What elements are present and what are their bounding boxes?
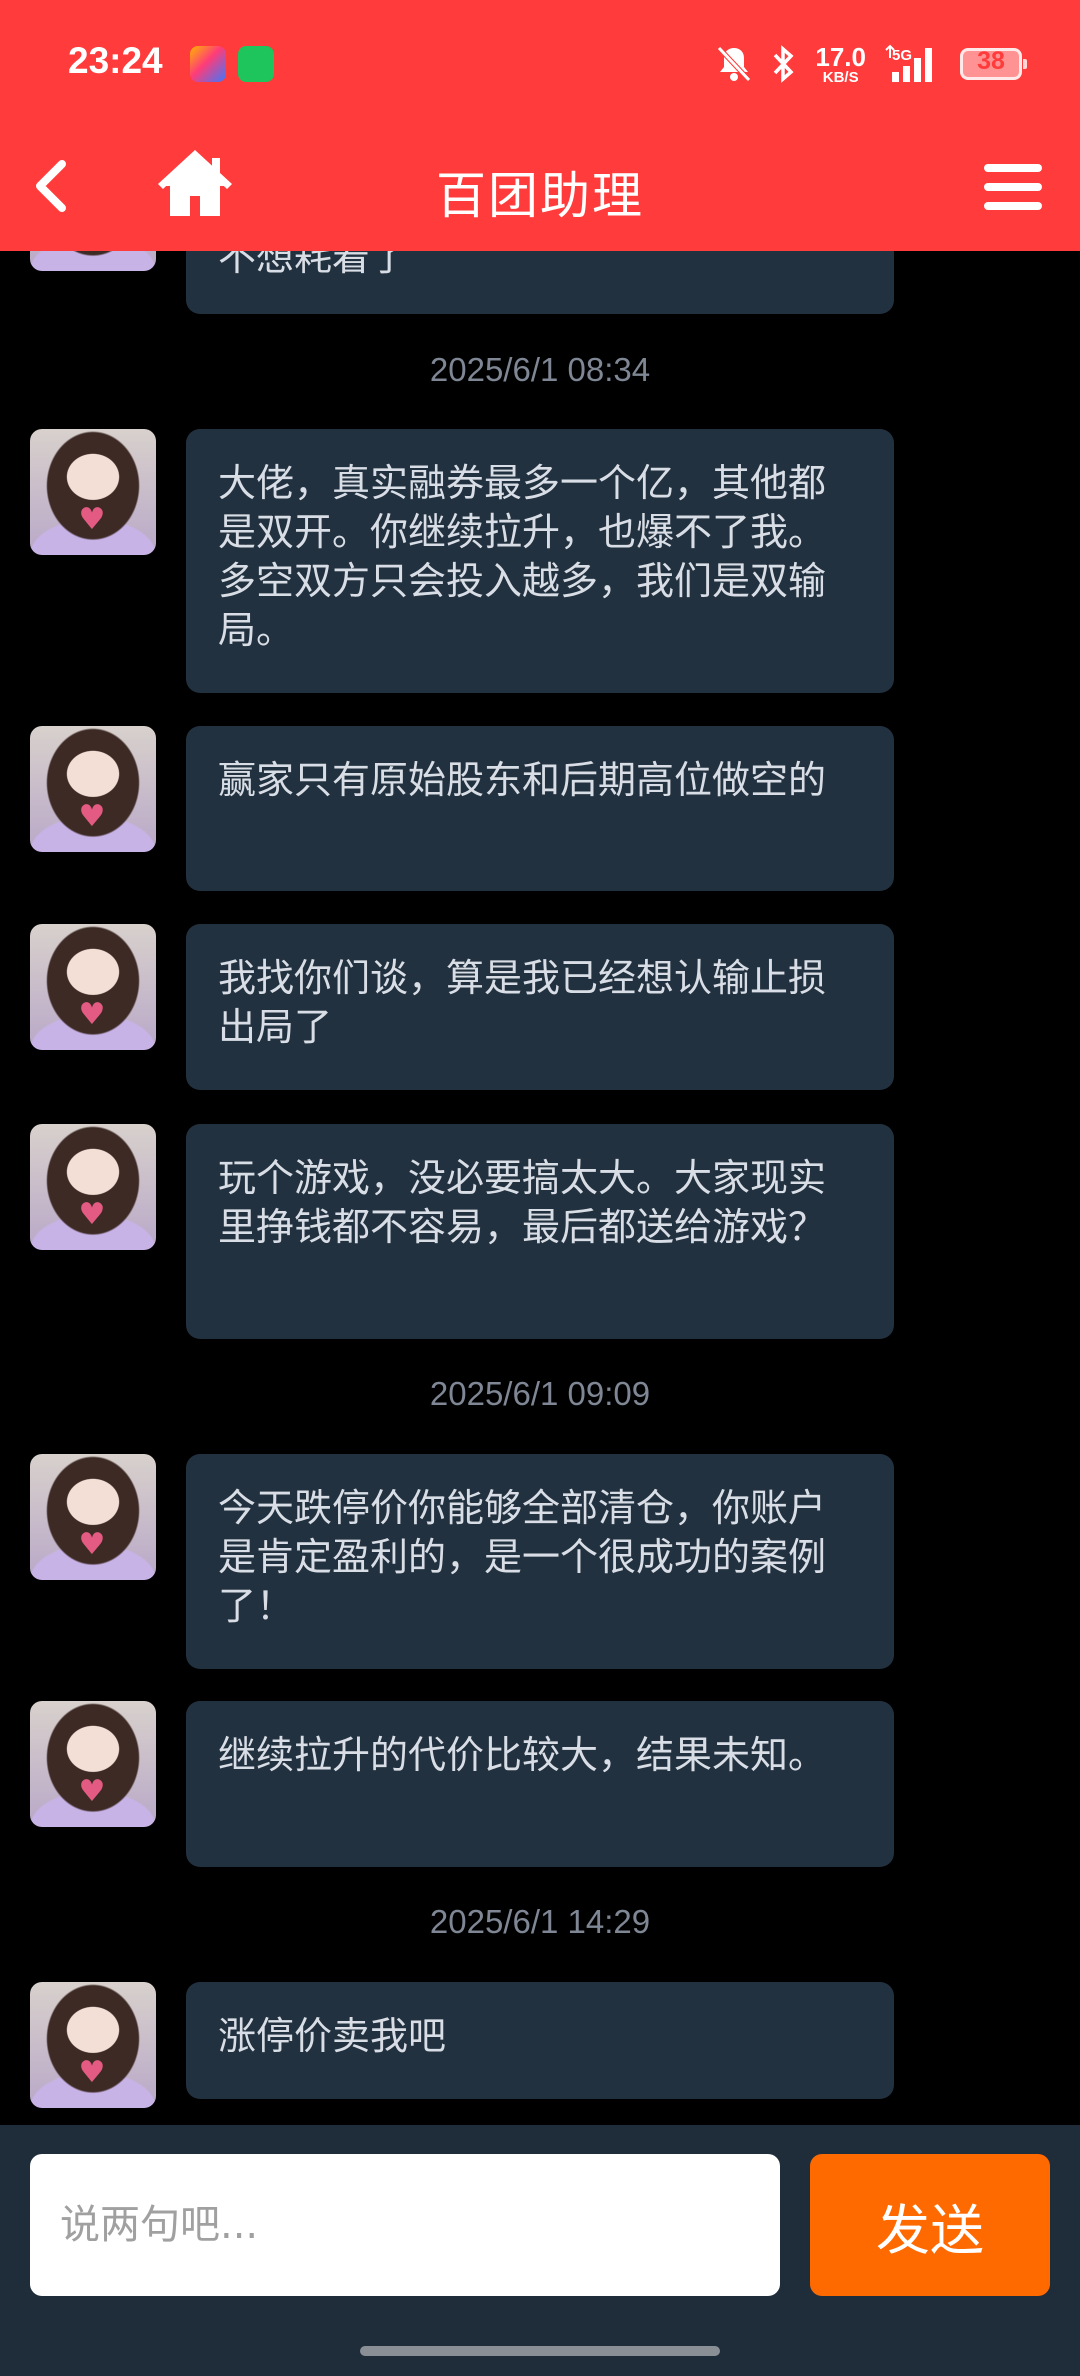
avatar[interactable]: ♥	[30, 924, 156, 1050]
message-text: 赢家只有原始股东和后期高位做空的	[218, 758, 827, 802]
speed-unit: KB/S	[822, 68, 859, 86]
message-text: 今天跌停价你能够全部清仓，你账户是肯定盈利的，是一个很成功的案例了！	[218, 1486, 827, 1628]
message-text: 不想耗着了	[218, 251, 409, 279]
nav-bar: 百团助理	[0, 128, 1080, 251]
status-bar: 23:24 17.0 KB/S 5G 38	[0, 0, 1080, 128]
status-time: 23:24	[68, 40, 163, 81]
avatar[interactable]: ♥	[30, 429, 156, 555]
avatar[interactable]: ♥	[30, 1454, 156, 1580]
gesture-bar	[0, 2330, 1080, 2376]
message-bubble: 大佬，真实融券最多一个亿，其他都是双开。你继续拉升，也爆不了我。多空双方只会投入…	[186, 429, 894, 693]
message-bubble: 玩个游戏，没必要搞太大。大家现实里挣钱都不容易，最后都送给游戏？	[186, 1124, 894, 1339]
menu-icon[interactable]	[984, 162, 1042, 212]
timestamp: 2025/6/1 14:29	[429, 1903, 651, 1940]
message-bubble: 今天跌停价你能够全部清仓，你账户是肯定盈利的，是一个很成功的案例了！	[186, 1454, 894, 1669]
message-text: 玩个游戏，没必要搞太大。大家现实里挣钱都不容易，最后都送给游戏？	[218, 1156, 827, 1249]
message-text: 大佬，真实融券最多一个亿，其他都是双开。你继续拉升，也爆不了我。多空双方只会投入…	[218, 461, 827, 652]
message-text: 继续拉升的代价比较大，结果未知。	[218, 1733, 827, 1777]
avatar[interactable]: ♥	[30, 1982, 156, 2108]
message-text: 涨停价卖我吧	[218, 2014, 447, 2058]
message-text: 我找你们谈，算是我已经想认输止损出局了	[218, 956, 827, 1049]
top-bar: 23:24 17.0 KB/S 5G 38 百团助理	[0, 0, 1080, 251]
message-bubble: 不想耗着了	[186, 251, 894, 314]
signal-icon: 5G	[885, 44, 932, 82]
avatar[interactable]: ♥	[30, 726, 156, 852]
page-title: 百团助理	[436, 167, 644, 225]
message-bubble: 我找你们谈，算是我已经想认输止损出局了	[186, 924, 894, 1090]
message-list[interactable]: ♥ 不想耗着了 2025/6/1 08:34 ♥ 大佬，真实融券最多一个亿，其他…	[0, 251, 1080, 2125]
battery-level: 38	[977, 47, 1005, 75]
home-indicator[interactable]	[360, 2346, 720, 2356]
send-button[interactable]: 发送	[810, 2154, 1050, 2296]
app-notification-icon	[190, 46, 226, 82]
bluetooth-icon	[774, 45, 794, 83]
input-bar: 发送	[0, 2125, 1080, 2330]
shop-notification-icon	[238, 46, 274, 82]
message-bubble: 继续拉升的代价比较大，结果未知。	[186, 1701, 894, 1867]
network-speed: 17.0 KB/S	[815, 44, 866, 85]
message-bubble: 赢家只有原始股东和后期高位做空的	[186, 726, 894, 891]
timestamp: 2025/6/1 08:34	[429, 351, 651, 388]
avatar[interactable]: ♥	[30, 1124, 156, 1250]
avatar[interactable]: ♥	[30, 1701, 156, 1827]
network-type: 5G	[892, 47, 912, 64]
battery-icon: 38	[960, 47, 1027, 80]
message-input[interactable]	[30, 2154, 780, 2296]
avatar[interactable]: ♥	[30, 251, 156, 271]
speed-value: 17.0	[815, 41, 866, 72]
mute-bell-icon	[717, 46, 752, 82]
timestamp: 2025/6/1 09:09	[429, 1375, 651, 1412]
status-icons: 17.0 KB/S 5G 38	[715, 34, 1027, 94]
message-bubble: 涨停价卖我吧	[186, 1982, 894, 2099]
